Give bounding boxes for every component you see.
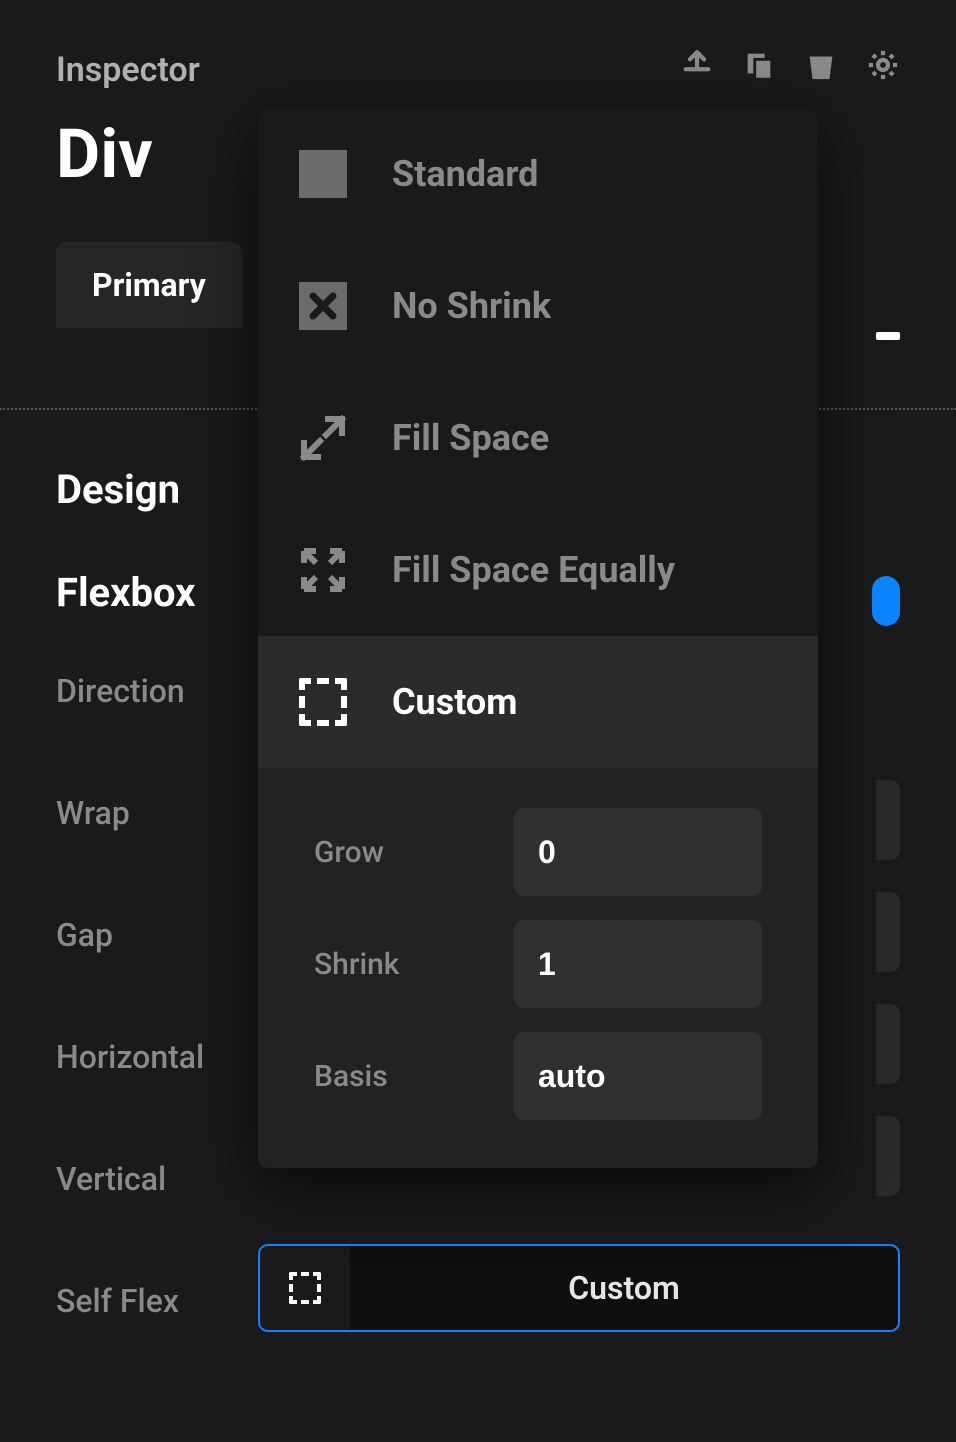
shrink-input[interactable] bbox=[514, 920, 762, 1008]
box-x-icon bbox=[298, 281, 348, 331]
row-hint bbox=[876, 892, 900, 972]
self-flex-value-label: Custom bbox=[350, 1269, 898, 1307]
row-hint bbox=[876, 1004, 900, 1084]
copy-icon[interactable] bbox=[742, 48, 776, 86]
toggle-hint bbox=[872, 576, 900, 626]
basis-input[interactable] bbox=[514, 1032, 762, 1120]
square-icon bbox=[298, 149, 348, 199]
option-fill-space[interactable]: Fill Space bbox=[258, 372, 818, 504]
option-label: No Shrink bbox=[392, 285, 551, 327]
basis-label: Basis bbox=[314, 1059, 388, 1094]
shrink-label: Shrink bbox=[314, 947, 399, 982]
row-hint bbox=[876, 780, 900, 860]
dashed-square-icon bbox=[298, 677, 348, 727]
dashed-square-icon bbox=[260, 1246, 350, 1330]
gear-icon[interactable] bbox=[866, 48, 900, 86]
option-label: Standard bbox=[392, 153, 538, 195]
background-hint bbox=[876, 332, 900, 340]
option-label: Custom bbox=[392, 681, 517, 723]
option-label: Fill Space bbox=[392, 417, 549, 459]
option-no-shrink[interactable]: No Shrink bbox=[258, 240, 818, 372]
expand-all-icon bbox=[298, 545, 348, 595]
custom-fields: Grow Shrink Basis bbox=[258, 768, 818, 1168]
option-fill-space-equally[interactable]: Fill Space Equally bbox=[258, 504, 818, 636]
option-standard[interactable]: Standard bbox=[258, 108, 818, 240]
grow-label: Grow bbox=[314, 835, 384, 870]
trash-icon[interactable] bbox=[804, 48, 838, 86]
option-custom[interactable]: Custom bbox=[258, 636, 818, 768]
row-hint bbox=[876, 1116, 900, 1196]
self-flex-dropdown: Standard No Shrink Fill Space Fill Space… bbox=[258, 108, 818, 1168]
expand-diagonal-icon bbox=[298, 413, 348, 463]
tab-primary[interactable]: Primary bbox=[56, 242, 242, 328]
grow-input[interactable] bbox=[514, 808, 762, 896]
upload-icon[interactable] bbox=[680, 48, 714, 86]
self-flex-value-button[interactable]: Custom bbox=[258, 1244, 900, 1332]
option-label: Fill Space Equally bbox=[392, 549, 675, 591]
